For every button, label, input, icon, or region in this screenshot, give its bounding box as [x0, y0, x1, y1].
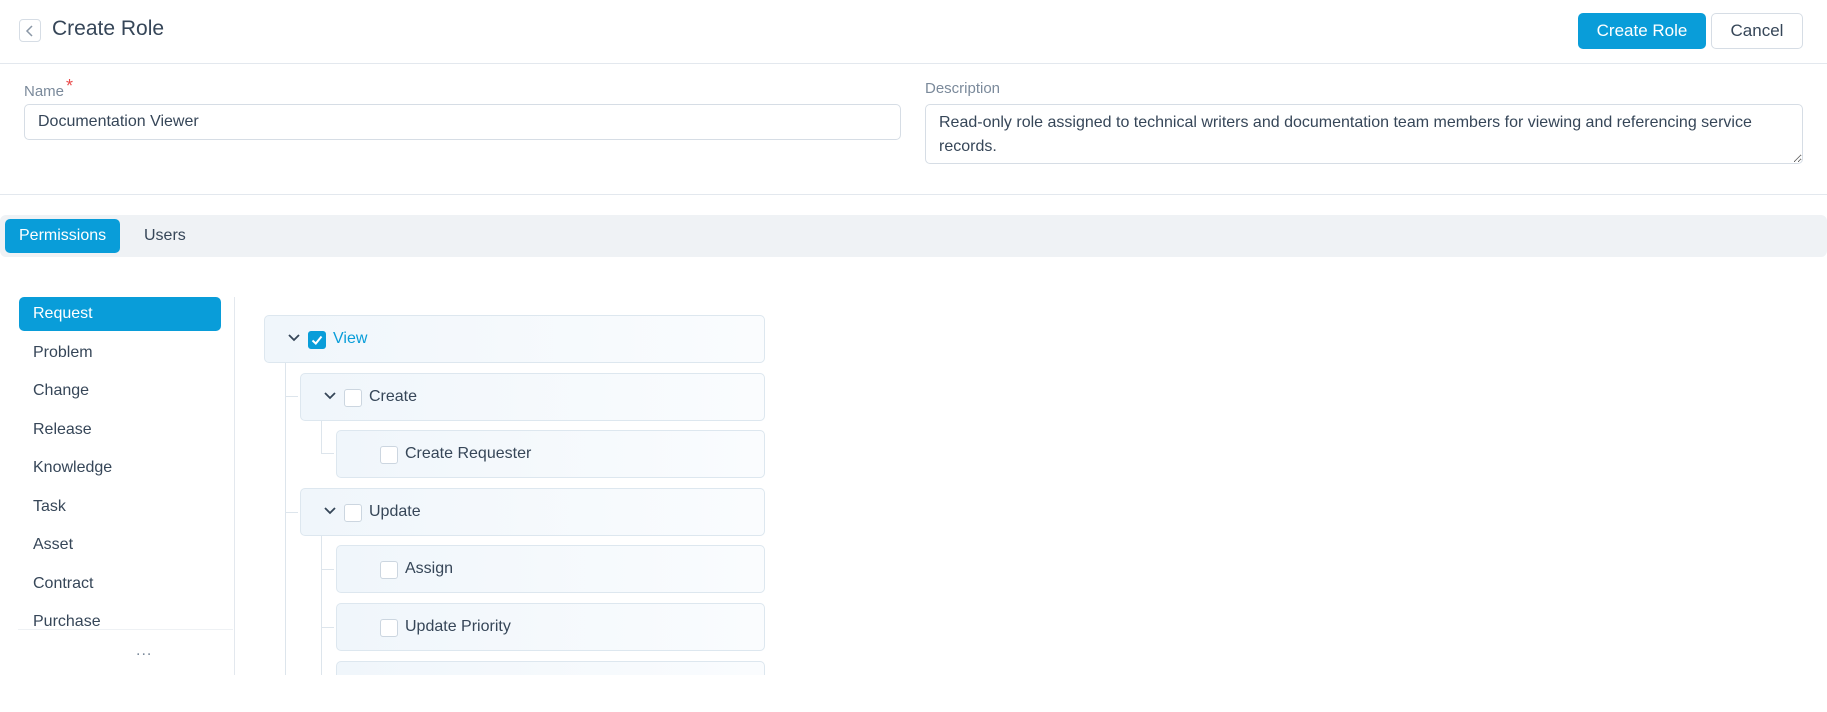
- name-field[interactable]: [24, 104, 901, 140]
- chevron-down-icon[interactable]: [287, 331, 301, 345]
- update-priority-label: Update Priority: [405, 618, 511, 635]
- check-icon: [311, 335, 323, 345]
- tab-users[interactable]: Users: [130, 219, 200, 253]
- module-sidebar: Request Problem Change Release Knowledge…: [18, 297, 235, 676]
- permission-row-view: View: [264, 315, 765, 363]
- sidebar-item-release[interactable]: Release: [19, 413, 221, 447]
- tree-connector: [321, 453, 334, 454]
- permission-row-create-requester: Create Requester: [336, 430, 765, 478]
- permission-row-update-priority: Update Priority: [336, 603, 765, 651]
- sidebar-item-knowledge[interactable]: Knowledge: [19, 451, 221, 485]
- tree-connector: [321, 419, 322, 453]
- tree-connector: [285, 396, 298, 397]
- sidebar-item-problem[interactable]: Problem: [19, 336, 221, 370]
- sidebar-item-contract[interactable]: Contract: [19, 567, 221, 601]
- view-checkbox[interactable]: [308, 331, 326, 349]
- page-header: Create Role Create Role Cancel: [0, 0, 1827, 64]
- section-divider: [0, 194, 1827, 195]
- description-field[interactable]: Read-only role assigned to technical wri…: [925, 104, 1803, 164]
- name-label-text: Name: [24, 83, 65, 100]
- assign-checkbox[interactable]: [380, 561, 398, 579]
- tree-connector: [321, 627, 334, 628]
- chevron-down-icon[interactable]: [323, 504, 337, 518]
- update-label: Update: [369, 503, 421, 520]
- sidebar-item-task[interactable]: Task: [19, 490, 221, 524]
- more-button[interactable]: ...: [136, 642, 152, 660]
- permission-tree: View Create Create Requester Update Assi…: [262, 313, 767, 675]
- page-title: Create Role: [52, 17, 165, 40]
- assign-label: Assign: [405, 560, 454, 577]
- create-requester-checkbox[interactable]: [380, 446, 398, 464]
- description-label: Description: [925, 80, 1001, 97]
- tab-bar: Permissions Users: [0, 215, 1827, 257]
- tree-connector: [321, 569, 334, 570]
- sidebar-more-area: ...: [18, 629, 233, 676]
- permission-row-partial: [336, 661, 765, 675]
- cancel-button[interactable]: Cancel: [1711, 13, 1803, 49]
- tree-connector: [285, 512, 298, 513]
- chevron-down-icon[interactable]: [323, 389, 337, 403]
- create-role-button[interactable]: Create Role: [1578, 13, 1706, 49]
- tab-permissions[interactable]: Permissions: [5, 219, 121, 253]
- permission-row-update: Update: [300, 488, 765, 536]
- back-button[interactable]: [19, 19, 41, 42]
- view-label: View: [333, 330, 368, 347]
- name-label: Name *: [24, 76, 73, 101]
- tree-connector: [285, 360, 286, 675]
- sidebar-item-request[interactable]: Request: [19, 297, 221, 331]
- sidebar-item-asset[interactable]: Asset: [19, 528, 221, 562]
- chevron-left-icon: [25, 24, 33, 37]
- update-priority-checkbox[interactable]: [380, 619, 398, 637]
- tree-connector: [321, 535, 322, 675]
- create-requester-label: Create Requester: [405, 445, 532, 462]
- create-checkbox[interactable]: [344, 389, 362, 407]
- sidebar-item-change[interactable]: Change: [19, 374, 221, 408]
- update-checkbox[interactable]: [344, 504, 362, 522]
- create-label: Create: [369, 388, 418, 405]
- permission-row-assign: Assign: [336, 545, 765, 593]
- permission-row-create: Create: [300, 373, 765, 421]
- required-marker: *: [66, 76, 74, 96]
